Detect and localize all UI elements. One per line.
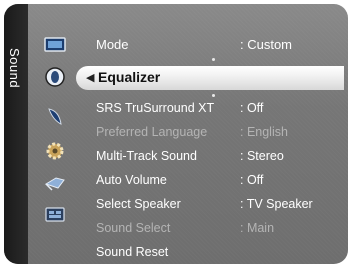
menu-icon-column — [28, 4, 88, 264]
row-value: : Custom — [240, 37, 293, 52]
menu-row-select-speaker[interactable]: Select Speaker : TV Speaker — [96, 194, 346, 216]
sound-icon[interactable] — [38, 64, 72, 90]
row-value: : Off — [240, 101, 264, 115]
row-value: : TV Speaker — [240, 197, 313, 211]
input-icon[interactable] — [38, 170, 72, 196]
left-arrow-icon: ◀ — [86, 72, 95, 84]
row-label: Auto Volume — [96, 173, 167, 187]
row-value: : Main — [240, 221, 275, 235]
row-value: : Off — [240, 173, 264, 187]
osd-panel: Sound ◀ Equalizer Mode: Custom SRS TruS… — [4, 4, 348, 264]
row-label: SRS TruSurround XT — [96, 101, 215, 115]
row-value: : English — [240, 125, 288, 139]
category-bar: Sound — [4, 4, 28, 264]
row-value: : Stereo — [240, 149, 284, 163]
menu-row-sound-select: Sound Select : Main — [96, 218, 346, 240]
row-label: Sound Select — [96, 221, 171, 235]
menu-list: Mode : Custom SRS TruSurround XT : Off P… — [96, 4, 346, 264]
picture-icon[interactable] — [38, 32, 72, 58]
menu-row-preferred-language: Preferred Language : English — [96, 122, 346, 144]
row-label: Multi-Track Sound — [96, 149, 197, 163]
tv-menu-screen: Sound ◀ Equalizer Mode: Custom SRS TruS… — [0, 0, 354, 269]
menu-row-mode[interactable]: Mode : Custom — [96, 34, 346, 56]
row-label: Select Speaker — [96, 197, 181, 211]
row-label: Mode — [96, 37, 129, 52]
menu-row-srs-trusurround[interactable]: SRS TruSurround XT : Off — [96, 98, 346, 120]
application-icon[interactable] — [38, 202, 72, 228]
category-label: Sound — [7, 48, 22, 89]
row-label: Preferred Language — [96, 125, 208, 139]
channel-icon[interactable] — [38, 104, 72, 130]
menu-row-auto-volume[interactable]: Auto Volume : Off — [96, 170, 346, 192]
menu-row-multi-track-sound[interactable]: Multi-Track Sound : Stereo — [96, 146, 346, 168]
menu-row-sound-reset[interactable]: Sound Reset — [96, 242, 346, 264]
row-label: Sound Reset — [96, 245, 169, 259]
setup-icon[interactable] — [38, 138, 72, 164]
